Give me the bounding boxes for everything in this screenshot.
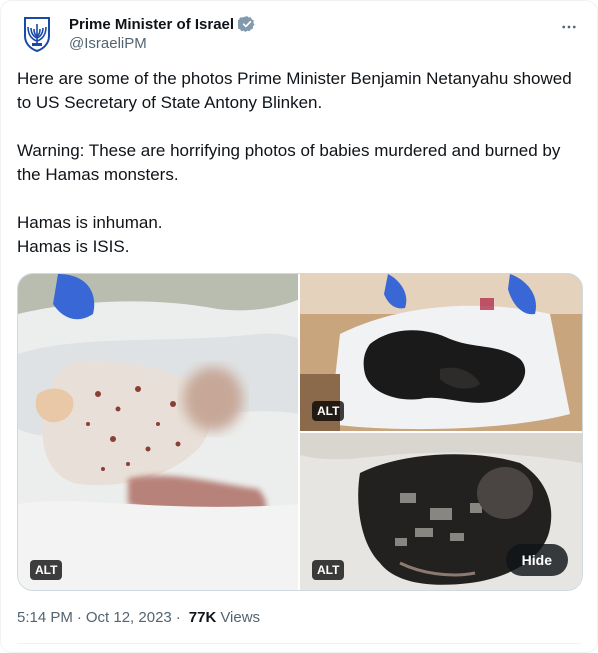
menorah-emblem-icon [24,17,50,53]
tweet-text: Here are some of the photos Prime Minist… [17,67,583,259]
tweet-card: Prime Minister of Israel @IsraeliPM Here… [0,0,598,653]
alt-badge[interactable]: ALT [30,560,63,580]
divider [17,643,581,644]
account-names: Prime Minister of Israel @IsraeliPM [69,15,256,52]
tweet-header: Prime Minister of Israel @IsraeliPM [17,11,581,61]
tweet-line: Here are some of the photos Prime Minist… [17,69,572,112]
tweet-line: Hamas is ISIS. [17,237,130,256]
media-grid: ALT ALT ALT Hide [17,273,583,591]
tweet-meta: 5:14 PM · Oct 12, 2023 · 77K Views [17,609,260,626]
photo-2[interactable]: ALT [300,274,582,431]
meta-separator: · [175,609,181,626]
photo-3[interactable]: ALT Hide [300,433,582,590]
tweet-time[interactable]: 5:14 PM [17,609,73,626]
meta-separator: · [76,609,82,626]
alt-badge[interactable]: ALT [312,560,345,580]
more-options-icon[interactable] [557,15,581,39]
tweet-line: Hamas is inhuman. [17,213,163,232]
media-right-column: ALT ALT Hide [300,274,582,590]
verified-badge-icon[interactable] [238,15,256,33]
views-label: Views [220,609,261,626]
display-name[interactable]: Prime Minister of Israel [69,16,234,33]
account-handle[interactable]: @IsraeliPM [69,35,256,52]
views-count[interactable]: 77K [189,609,217,626]
tweet-line: Warning: These are horrifying photos of … [17,141,561,184]
photo-1[interactable]: ALT [18,274,298,590]
avatar[interactable] [17,14,57,54]
alt-badge[interactable]: ALT [312,401,345,421]
hide-button[interactable]: Hide [505,544,568,576]
name-row: Prime Minister of Israel [69,15,256,33]
tweet-date[interactable]: Oct 12, 2023 [86,609,172,626]
